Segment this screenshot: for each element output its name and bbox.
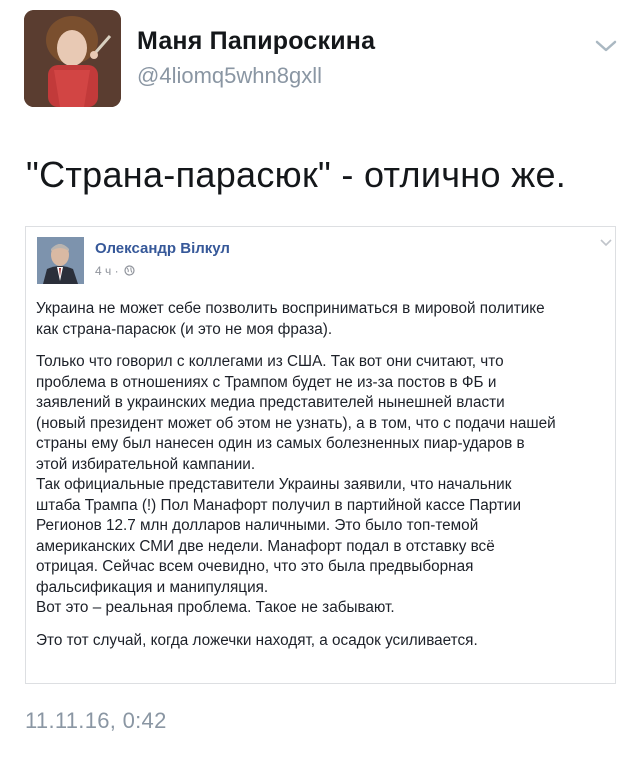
author-avatar[interactable] bbox=[24, 10, 121, 107]
author-name[interactable]: Маня Папироскина bbox=[137, 27, 375, 56]
avatar-photo-icon bbox=[24, 10, 121, 107]
post-author-name: Олександр Вілкул bbox=[95, 240, 230, 257]
post-paragraph: Это тот случай, когда ложечки находят, а… bbox=[36, 631, 478, 649]
tweet-text: "Страна-парасюк" - отлично же. bbox=[26, 154, 567, 195]
post-paragraph: Только что говорил с коллегами из США. Т… bbox=[36, 353, 556, 616]
tweet-header: Маня Папироскина @4liomq5whn8gxll bbox=[0, 0, 637, 120]
globe-icon bbox=[124, 265, 135, 276]
post-body: Украина не может себе позволить восприни… bbox=[36, 299, 614, 663]
embedded-post-image: Олександр Вілкул 4 ч · Украина не может … bbox=[25, 226, 616, 684]
post-time-label: 4 ч · bbox=[95, 264, 119, 278]
post-timestamp: 4 ч · bbox=[95, 264, 135, 278]
chevron-down-icon[interactable] bbox=[594, 38, 618, 54]
avatar-photo-icon bbox=[37, 237, 84, 284]
post-author-avatar bbox=[37, 237, 84, 284]
tweet-date[interactable]: 11.11.16, 0:42 bbox=[25, 708, 167, 734]
author-handle[interactable]: @4liomq5whn8gxll bbox=[137, 63, 322, 89]
post-paragraph: Украина не может себе позволить восприни… bbox=[36, 300, 545, 338]
chevron-down-icon bbox=[600, 239, 612, 247]
